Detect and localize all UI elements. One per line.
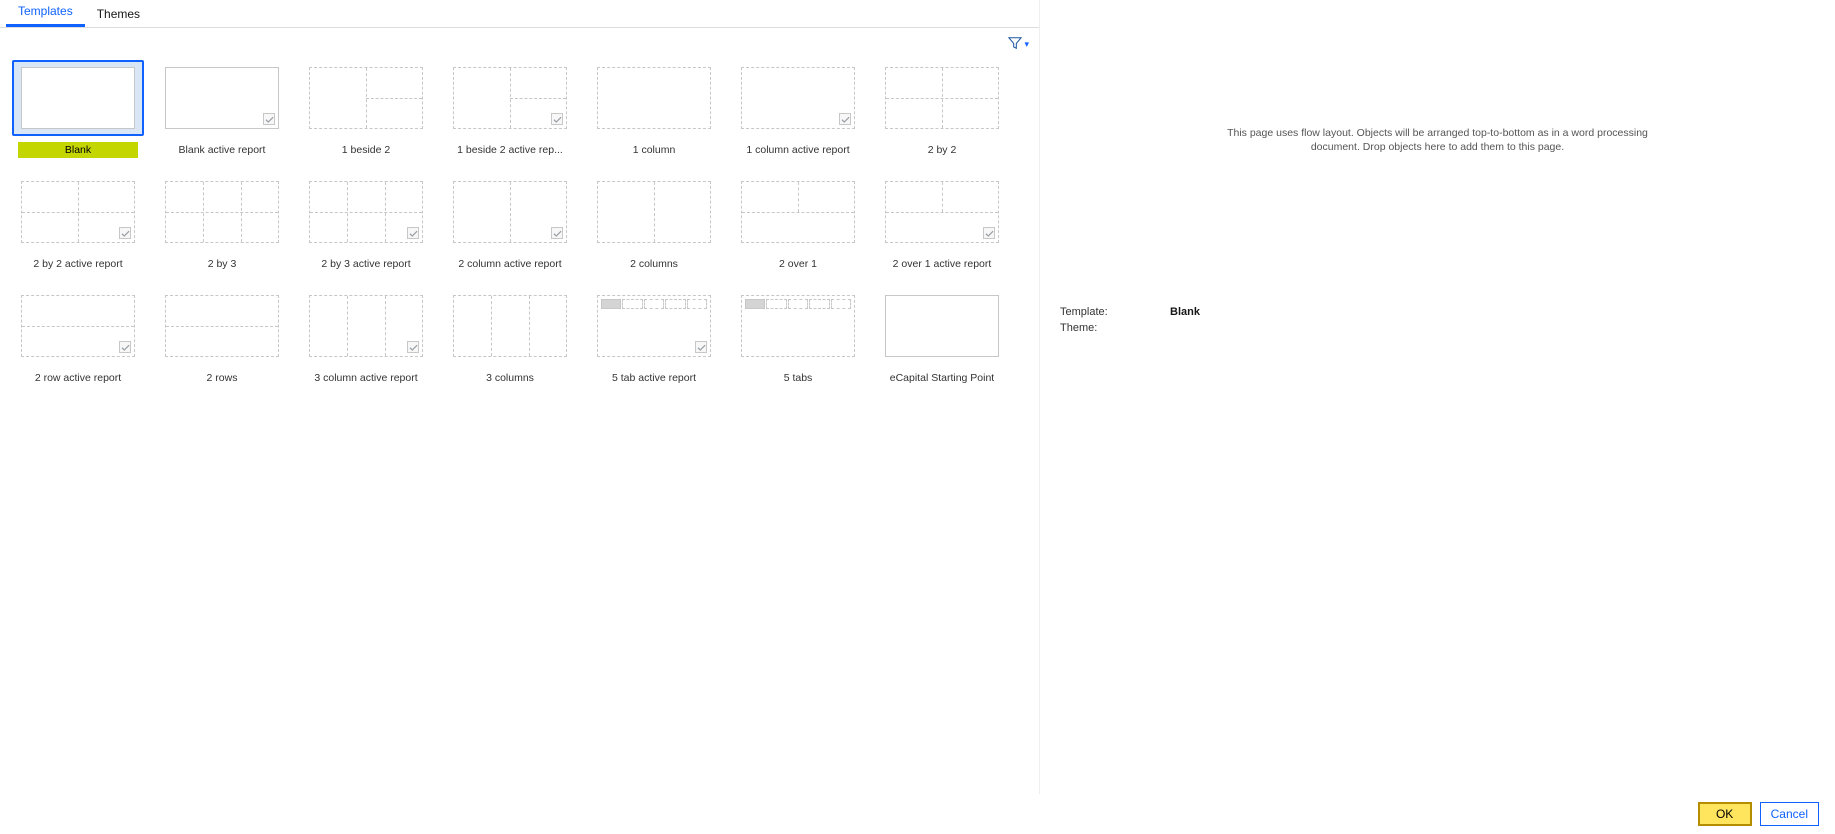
- template-item-1beside2-active[interactable]: 1 beside 2 active rep...: [440, 60, 580, 158]
- template-thumb: [300, 288, 432, 364]
- active-report-icon: [839, 113, 851, 125]
- template-thumb: [300, 174, 432, 250]
- template-thumb: [444, 174, 576, 250]
- template-label: 5 tab active report: [594, 370, 714, 386]
- template-thumb: [732, 60, 864, 136]
- active-report-icon: [263, 113, 275, 125]
- template-item-2by3[interactable]: 2 by 3: [152, 174, 292, 272]
- template-label: Blank: [18, 142, 138, 158]
- template-item-2by3-active[interactable]: 2 by 3 active report: [296, 174, 436, 272]
- template-label: 2 over 1 active report: [882, 256, 1002, 272]
- template-thumb: [876, 174, 1008, 250]
- template-item-1column-active[interactable]: 1 column active report: [728, 60, 868, 158]
- template-thumb: [732, 288, 864, 364]
- template-thumb: [156, 60, 288, 136]
- template-thumb: [588, 288, 720, 364]
- template-thumb: [444, 288, 576, 364]
- active-report-icon: [119, 227, 131, 239]
- tab-themes[interactable]: Themes: [85, 1, 152, 27]
- filter-button[interactable]: ▾: [1008, 36, 1029, 53]
- template-label: 1 beside 2 active rep...: [450, 142, 570, 158]
- template-thumb: [156, 174, 288, 250]
- template-item-2by2[interactable]: 2 by 2: [872, 60, 1012, 158]
- cancel-button[interactable]: Cancel: [1760, 802, 1819, 826]
- template-label: 2 columns: [594, 256, 714, 272]
- template-item-2by2-active[interactable]: 2 by 2 active report: [8, 174, 148, 272]
- ok-button[interactable]: OK: [1698, 802, 1752, 826]
- template-label: 2 row active report: [18, 370, 138, 386]
- template-item-3col[interactable]: 3 columns: [440, 288, 580, 386]
- template-label: 3 columns: [450, 370, 570, 386]
- template-item-3col-active[interactable]: 3 column active report: [296, 288, 436, 386]
- template-label: Template:: [1060, 306, 1130, 318]
- template-item-2over1-active[interactable]: 2 over 1 active report: [872, 174, 1012, 272]
- dialog-footer: OK Cancel: [0, 794, 1835, 834]
- template-label: 2 rows: [162, 370, 282, 386]
- tab-templates[interactable]: Templates: [6, 0, 85, 27]
- template-label: Blank active report: [162, 142, 282, 158]
- right-panel: This page uses flow layout. Objects will…: [1040, 0, 1835, 794]
- template-item-2row-active[interactable]: 2 row active report: [8, 288, 148, 386]
- template-label: 3 column active report: [306, 370, 426, 386]
- template-label: 2 by 3: [162, 256, 282, 272]
- template-label: 2 over 1: [738, 256, 858, 272]
- template-item-ecapital[interactable]: eCapital Starting Point: [872, 288, 1012, 386]
- tabs-bar: Templates Themes: [0, 0, 1039, 28]
- template-thumb: [12, 60, 144, 136]
- template-label: 2 by 2: [882, 142, 1002, 158]
- template-label: 1 beside 2: [306, 142, 426, 158]
- template-thumb: [876, 60, 1008, 136]
- template-thumb: [732, 174, 864, 250]
- template-item-blank-active[interactable]: Blank active report: [152, 60, 292, 158]
- active-report-icon: [551, 113, 563, 125]
- template-thumb: [876, 288, 1008, 364]
- theme-label: Theme:: [1060, 322, 1130, 334]
- preview-description: This page uses flow layout. Objects will…: [1223, 127, 1653, 154]
- template-item-2col[interactable]: 2 columns: [584, 174, 724, 272]
- template-label: eCapital Starting Point: [882, 370, 1002, 386]
- template-label: 2 column active report: [450, 256, 570, 272]
- template-label: 2 by 3 active report: [306, 256, 426, 272]
- template-item-blank[interactable]: Blank: [8, 60, 148, 158]
- template-label: 1 column: [594, 142, 714, 158]
- active-report-icon: [407, 227, 419, 239]
- active-report-icon: [983, 227, 995, 239]
- template-thumb: [12, 174, 144, 250]
- template-thumb: [300, 60, 432, 136]
- template-label: 5 tabs: [738, 370, 858, 386]
- template-item-5tab[interactable]: 5 tabs: [728, 288, 868, 386]
- template-item-2col-active[interactable]: 2 column active report: [440, 174, 580, 272]
- template-grid: Blank Blank active report 1 beside 2 1 besi…: [8, 60, 1033, 386]
- left-panel: Templates Themes ▾ Blank Blank active rep…: [0, 0, 1040, 794]
- template-thumb: [156, 288, 288, 364]
- template-item-1column[interactable]: 1 column: [584, 60, 724, 158]
- active-report-icon: [551, 227, 563, 239]
- active-report-icon: [407, 341, 419, 353]
- template-thumb: [588, 174, 720, 250]
- active-report-icon: [119, 341, 131, 353]
- template-label: 1 column active report: [738, 142, 858, 158]
- active-report-icon: [695, 341, 707, 353]
- filter-icon: [1008, 36, 1022, 53]
- template-value: Blank: [1170, 306, 1200, 318]
- template-thumb: [588, 60, 720, 136]
- template-item-1beside2[interactable]: 1 beside 2: [296, 60, 436, 158]
- chevron-down-icon: ▾: [1024, 39, 1029, 50]
- template-thumb: [444, 60, 576, 136]
- template-item-2over1[interactable]: 2 over 1: [728, 174, 868, 272]
- template-item-2row[interactable]: 2 rows: [152, 288, 292, 386]
- template-thumb: [12, 288, 144, 364]
- template-preview: This page uses flow layout. Objects will…: [1158, 36, 1718, 246]
- template-item-5tab-active[interactable]: 5 tab active report: [584, 288, 724, 386]
- template-label: 2 by 2 active report: [18, 256, 138, 272]
